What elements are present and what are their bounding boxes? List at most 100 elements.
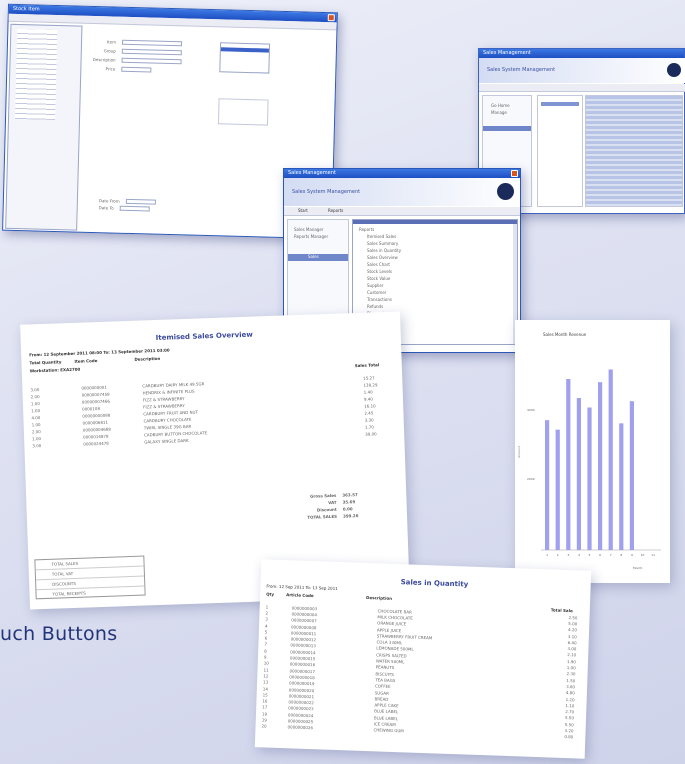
col-header-description: Description — [366, 594, 393, 601]
x-tick-label: 5 — [589, 553, 591, 557]
table-cell: 5.00 — [568, 620, 578, 627]
tree-node[interactable]: Transactions — [359, 296, 517, 303]
col-header-qty: Qty — [266, 591, 275, 597]
tab-start[interactable]: Start — [298, 208, 308, 213]
banner: Sales System Management — [479, 58, 685, 83]
field-label: Item — [106, 39, 117, 45]
summary-table: TOTAL SALES TOTAL VAT DISCOUNTS TOTAL RE… — [34, 555, 146, 600]
tree-node[interactable]: Itemised Sales — [359, 233, 517, 240]
date-from-field[interactable] — [125, 198, 156, 205]
y-tick-label: 4000 — [527, 408, 535, 412]
close-icon[interactable] — [327, 14, 335, 22]
date-to-field[interactable] — [119, 205, 150, 212]
table-cell: 1.00 — [566, 665, 576, 671]
price-field[interactable] — [121, 66, 152, 73]
tree-node[interactable]: Stock Value — [359, 275, 517, 282]
table-cell: 17 — [262, 704, 268, 710]
col-header-total: Sales Total — [354, 362, 380, 369]
x-tick-label: 4 — [578, 553, 580, 557]
table-cell: 4.20 — [568, 627, 578, 633]
bar-chart: 1 2 3 4 5 6 7 8 9 10 11 — [541, 369, 661, 557]
chart-xlabel: Month — [633, 566, 643, 570]
date-from-label: Date From — [98, 198, 120, 204]
date-area: Date From Date To — [98, 197, 159, 225]
report-title: Itemised Sales Overview — [155, 330, 253, 342]
banner: Sales System Management — [284, 178, 520, 206]
logo-icon — [497, 183, 514, 200]
x-tick-label: 1 — [546, 553, 548, 557]
grid-panel — [585, 95, 683, 207]
banner-title: Sales System Management — [487, 67, 556, 73]
table-cell: 20 — [261, 723, 267, 729]
bar-9 — [629, 401, 634, 550]
table-cell: 15 — [262, 692, 268, 698]
window-title: Sales Management — [288, 170, 336, 176]
window-titlebar: Sales Management — [284, 169, 520, 178]
nav-item-manage[interactable]: Manage — [483, 109, 531, 116]
tree-node[interactable]: Stock Levels — [359, 268, 517, 275]
table-cell: 3.20 — [564, 727, 574, 734]
table-cell: 3.60 — [566, 683, 576, 690]
tree-node[interactable]: Supplier — [359, 282, 517, 289]
bar-2 — [555, 429, 560, 550]
nav-item-reports-manager[interactable]: Reports Manager — [288, 233, 348, 240]
form-area: Item Group Description Price — [87, 37, 208, 80]
table-cell: 2.70 — [565, 709, 575, 715]
options-list[interactable] — [219, 42, 271, 74]
chart-ylabel: Amount — [516, 446, 521, 458]
x-tick-label: 6 — [599, 553, 601, 557]
tab-reports[interactable]: Reports — [328, 208, 343, 213]
group-field[interactable] — [121, 48, 182, 56]
table-cell: 1.10 — [565, 702, 575, 709]
table-cell: 6 — [264, 635, 268, 641]
table-cell: 3.00 — [567, 646, 577, 652]
panel-header — [483, 126, 531, 131]
report-title: Sales in Quantity — [400, 578, 469, 589]
nav-item-home[interactable]: Go Home — [483, 102, 531, 109]
x-tick-label: 10 — [641, 553, 645, 557]
field-label: Description — [92, 56, 116, 63]
table-cell: 2.50 — [568, 614, 578, 621]
table-cell: 16 — [262, 698, 268, 704]
bar-3 — [566, 379, 571, 550]
x-tick-label: 7 — [610, 553, 612, 557]
x-tick-label: 9 — [631, 553, 633, 557]
table-cell: 0.80 — [564, 734, 574, 740]
tree-node[interactable]: Sales in Quantity — [359, 247, 517, 254]
tree-node[interactable]: Sales Chart — [359, 261, 517, 268]
radio-group — [217, 98, 269, 126]
table-cell: 4 — [264, 623, 268, 629]
panel-header: Sales — [288, 254, 348, 261]
report-rows: 3.00 0000000001 CARDBURY DAIRY MILK 49.5GR… — [30, 374, 392, 450]
bar-1 — [545, 420, 550, 550]
tree-node[interactable]: Customer — [359, 289, 517, 296]
table-cell: 5.50 — [564, 721, 574, 727]
table-cell: 1.90 — [566, 658, 576, 665]
close-icon[interactable] — [511, 170, 518, 177]
tree-node[interactable]: Sales Overview — [359, 254, 517, 261]
table-cell: 4.80 — [565, 690, 575, 696]
col-header-total: Total Sale — [550, 607, 573, 614]
tree-node[interactable]: Reports — [359, 226, 517, 233]
chart-title: Sales Month Revenue — [543, 332, 587, 337]
tree-node[interactable]: Refunds — [359, 303, 517, 310]
col-header-description: Description — [134, 355, 161, 362]
table-cell: 2.10 — [567, 652, 577, 658]
table-cell: 5 — [264, 629, 268, 635]
table-cell: 1 — [265, 604, 269, 610]
tab-bar — [479, 84, 685, 92]
x-tick-label: 8 — [620, 553, 622, 557]
nav-item-sales-manager[interactable]: Sales Manager — [288, 226, 348, 233]
table-cell: 19 — [261, 717, 267, 723]
sales-chart-sheet: Sales Month Revenue Amount 4000 2000 Mon… — [515, 320, 670, 583]
table-cell: 13 — [263, 679, 269, 685]
item-field[interactable] — [121, 39, 183, 47]
bar-4 — [576, 398, 581, 550]
tree-node[interactable]: Sales Summary — [359, 240, 517, 247]
table-cell: 5.50 — [564, 715, 575, 721]
description-field[interactable] — [121, 57, 182, 65]
tree-lines — [15, 28, 58, 120]
table-cell: 2.30 — [566, 671, 576, 677]
table-cell: 0000000026 — [287, 724, 314, 731]
x-tick-label: 11 — [651, 553, 655, 557]
